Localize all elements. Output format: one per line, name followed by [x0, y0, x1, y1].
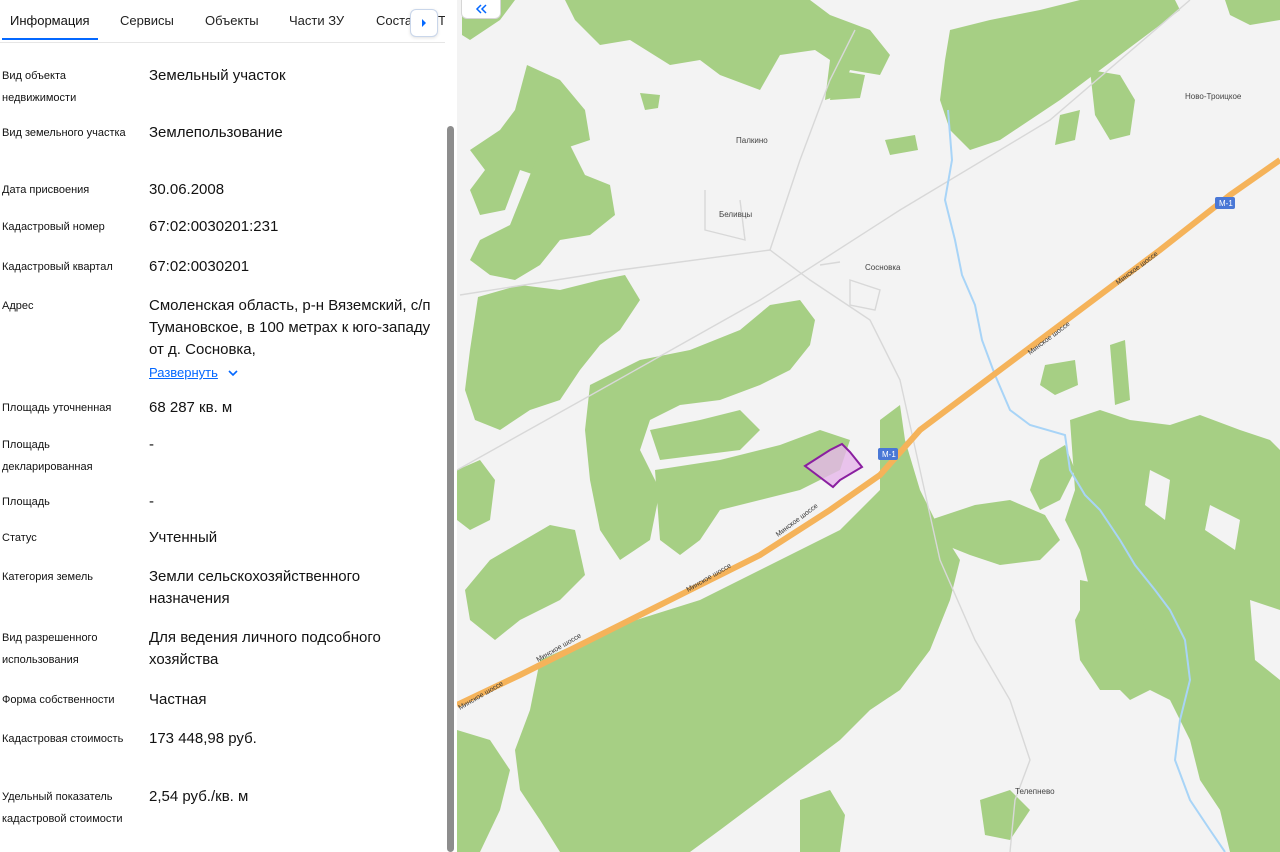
tab-services[interactable]: Сервисы — [120, 13, 174, 28]
active-tab-indicator — [2, 38, 98, 40]
row-label: Площадь декларированная — [2, 439, 93, 473]
row-value: 173 448,98 руб. — [149, 730, 257, 747]
row-label: Дата присвоения — [2, 184, 90, 196]
row-label: Категория земель — [2, 571, 93, 583]
chevron-down-icon[interactable] — [228, 370, 238, 377]
tab-bar: Информация Сервисы Объекты Части ЗУ Сост… — [0, 0, 445, 43]
row-value: Для ведения личного подсобного хозяйства — [149, 629, 381, 668]
place-label-telepnevo: Телепнево — [1015, 787, 1055, 796]
place-label-belivtsy: Беливцы — [719, 210, 752, 219]
double-chevron-left-icon — [475, 4, 487, 14]
row-value: 68 287 кв. м — [149, 399, 233, 416]
row-label: Площадь — [2, 496, 50, 508]
road-badge-text: М-1 — [882, 450, 896, 459]
row-value: 67:02:0030201 — [149, 258, 250, 275]
row-label: Адрес — [2, 300, 34, 312]
collapse-panel-button[interactable] — [461, 0, 501, 19]
row-value: 30.06.2008 — [149, 181, 225, 198]
row-label: Кадастровый квартал — [2, 261, 113, 273]
row-label: Форма собственности — [2, 694, 115, 706]
road-badge-middle: М-1 — [878, 448, 898, 460]
expand-link-wrapper: Развернуть — [149, 362, 434, 384]
place-label-sosnovka: Сосновка — [865, 263, 901, 272]
row-value: Землепользование — [149, 124, 283, 141]
tab-next[interactable]: Т — [438, 13, 445, 28]
row-value: - — [149, 436, 154, 453]
tab-information[interactable]: Информация — [10, 13, 90, 28]
row-label: Кадастровая стоимость — [2, 733, 124, 745]
road-badge-top: М-1 — [1215, 197, 1235, 209]
row-value: - — [149, 493, 154, 510]
forest-patch — [830, 70, 865, 100]
row-label: Статус — [2, 532, 37, 544]
row-value: Земельный участок — [149, 67, 286, 84]
panel-scrollbar-thumb[interactable] — [447, 126, 454, 852]
row-label: Площадь уточненная — [2, 402, 112, 414]
row-label: Кадастровый номер — [2, 221, 105, 233]
road-badge-text: М-1 — [1219, 199, 1233, 208]
info-panel: Информация Сервисы Объекты Части ЗУ Сост… — [0, 0, 445, 852]
tab-composition[interactable]: Соста — [376, 13, 412, 28]
row-value: Смоленская область, р-н Вяземский, с/п Т… — [149, 295, 434, 384]
row-label: Вид объекта недвижимости — [2, 70, 77, 104]
row-label: Удельный показатель кадастровой стоимост… — [2, 791, 123, 825]
row-label: Вид разрешенного использования — [2, 632, 98, 666]
chevron-right-icon — [422, 19, 426, 27]
row-value: Частная — [149, 691, 207, 708]
tab-objects[interactable]: Объекты — [205, 13, 259, 28]
expand-address-link[interactable]: Развернуть — [149, 365, 218, 380]
row-label: Вид земельного участка — [2, 127, 126, 139]
map-view[interactable]: Палкино Беливцы Сосновка Ново-Троицкое Т… — [457, 0, 1280, 852]
row-value: 2,54 руб./кв. м — [149, 788, 249, 805]
place-label-novo-troitskoe: Ново-Троицкое — [1185, 92, 1242, 101]
row-value: 67:02:0030201:231 — [149, 218, 279, 235]
address-text: Смоленская область, р-н Вяземский, с/п Т… — [149, 297, 431, 358]
tabs-scroll-right-button[interactable] — [410, 9, 438, 37]
place-label-palkino: Палкино — [736, 136, 768, 145]
row-value: Земли сельскохозяйственного назначения — [149, 568, 361, 607]
tab-parts[interactable]: Части ЗУ — [289, 13, 344, 28]
map-canvas[interactable]: Палкино Беливцы Сосновка Ново-Троицкое Т… — [457, 0, 1280, 852]
row-value: Учтенный — [149, 529, 218, 546]
